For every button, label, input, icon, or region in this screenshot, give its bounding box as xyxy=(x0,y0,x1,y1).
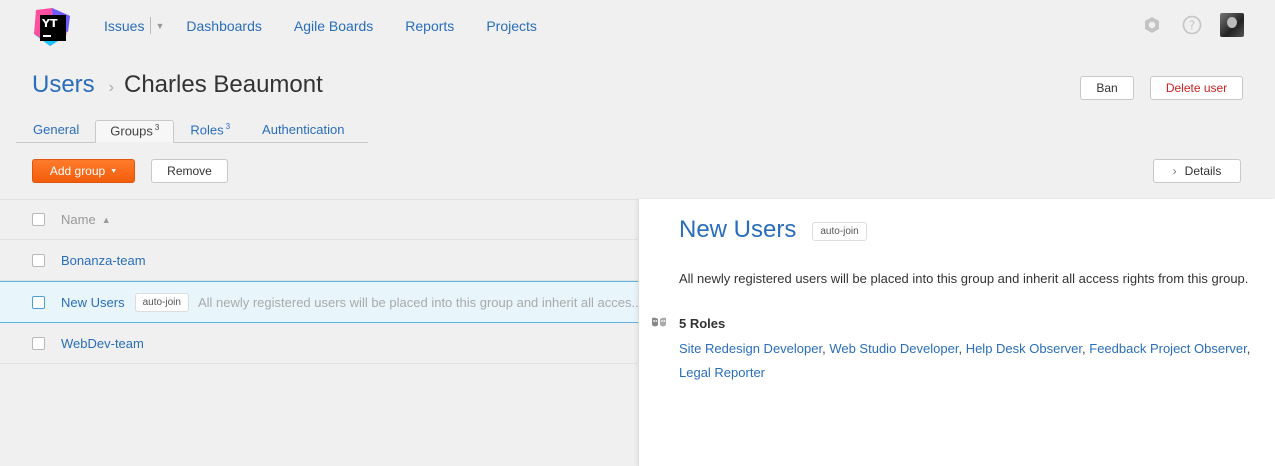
header-icons: ? xyxy=(1124,13,1244,37)
main-nav: Issues ▼ Dashboards Agile Boards Reports… xyxy=(104,17,569,34)
issues-dropdown-icon[interactable]: ▼ xyxy=(155,21,164,31)
roles-mask-icon xyxy=(651,317,669,385)
panel-title: New Users auto-join xyxy=(679,216,867,244)
delete-user-button[interactable]: Delete user xyxy=(1150,76,1243,100)
page-title: Users › Charles Beaumont xyxy=(32,71,323,99)
table-row[interactable]: New Users auto-join All newly registered… xyxy=(0,281,638,323)
tab-authentication-label: Authentication xyxy=(262,122,345,137)
nav-dashboards[interactable]: Dashboards xyxy=(186,18,262,34)
breadcrumb-chevron-icon: › xyxy=(108,79,114,96)
auto-join-badge: auto-join xyxy=(134,292,189,312)
role-link[interactable]: Web Studio Developer xyxy=(829,341,958,356)
roles-heading: 5 Roles xyxy=(679,316,726,331)
nav-reports[interactable]: Reports xyxy=(405,18,454,34)
sort-ascending-icon[interactable]: ▲ xyxy=(102,215,111,225)
role-link[interactable]: Help Desk Observer xyxy=(966,341,1082,356)
youtrack-logo[interactable]: YT xyxy=(30,6,74,50)
role-link[interactable]: Site Redesign Developer xyxy=(679,341,822,356)
tab-roles[interactable]: Roles 3 xyxy=(174,122,246,142)
user-tabs: General Groups 3 Roles 3 Authentication xyxy=(16,119,368,143)
panel-description: All newly registered users will be place… xyxy=(679,271,1249,286)
tab-groups[interactable]: Groups 3 xyxy=(95,119,175,143)
help-icon[interactable]: ? xyxy=(1180,13,1204,37)
details-label: Details xyxy=(1184,164,1222,178)
row-checkbox[interactable] xyxy=(32,336,45,350)
remove-button[interactable]: Remove xyxy=(151,159,228,183)
details-button[interactable]: › Details xyxy=(1153,159,1241,183)
group-name[interactable]: Bonanza-team xyxy=(61,253,146,268)
tab-general[interactable]: General xyxy=(16,122,95,142)
row-checkbox[interactable] xyxy=(32,295,45,309)
nav-issues[interactable]: Issues xyxy=(104,18,144,34)
name-column-header[interactable]: Name xyxy=(61,212,96,227)
tab-authentication[interactable]: Authentication xyxy=(246,122,360,142)
details-panel: New Users auto-join All newly registered… xyxy=(638,199,1275,466)
logo-text: YT xyxy=(41,17,58,30)
group-name[interactable]: WebDev-team xyxy=(61,336,144,351)
roles-list: Site Redesign Developer, Web Studio Deve… xyxy=(679,341,1251,380)
user-avatar[interactable] xyxy=(1220,13,1244,37)
table-header: Name ▲ xyxy=(0,199,638,240)
tab-roles-count: 3 xyxy=(225,121,231,131)
group-description: All newly registered users will be place… xyxy=(197,294,638,310)
select-all-checkbox[interactable] xyxy=(32,213,45,226)
table-row[interactable]: WebDev-team xyxy=(0,323,638,364)
caret-down-icon: ▼ xyxy=(110,167,118,175)
table-row[interactable]: Bonanza-team xyxy=(0,240,638,281)
add-group-button[interactable]: Add group ▼ xyxy=(32,159,135,183)
group-name[interactable]: New Users xyxy=(61,295,125,310)
chevron-right-icon: › xyxy=(1172,164,1177,178)
ban-button[interactable]: Ban xyxy=(1080,76,1134,100)
svg-text:?: ? xyxy=(1189,19,1195,33)
breadcrumb-users[interactable]: Users xyxy=(32,71,95,99)
auto-join-badge: auto-join xyxy=(812,221,867,241)
tab-roles-label: Roles xyxy=(190,122,224,137)
role-link[interactable]: Feedback Project Observer xyxy=(1089,341,1247,356)
panel-group-name[interactable]: New Users xyxy=(679,216,796,244)
row-checkbox[interactable] xyxy=(32,253,45,267)
nav-projects[interactable]: Projects xyxy=(486,18,537,34)
user-name: Charles Beaumont xyxy=(124,71,323,98)
groups-table: Name ▲ Bonanza-team New Users auto-join … xyxy=(0,199,638,364)
settings-icon[interactable] xyxy=(1140,13,1164,37)
tab-groups-label: Groups xyxy=(110,123,153,138)
nav-separator xyxy=(150,17,152,34)
add-group-label: Add group xyxy=(49,164,106,178)
tab-groups-count: 3 xyxy=(154,122,160,132)
roles-section: 5 Roles Site Redesign Developer, Web Stu… xyxy=(651,316,1259,385)
nav-agile-boards[interactable]: Agile Boards xyxy=(294,18,373,34)
tab-general-label: General xyxy=(33,122,80,137)
role-link[interactable]: Legal Reporter xyxy=(679,365,765,380)
